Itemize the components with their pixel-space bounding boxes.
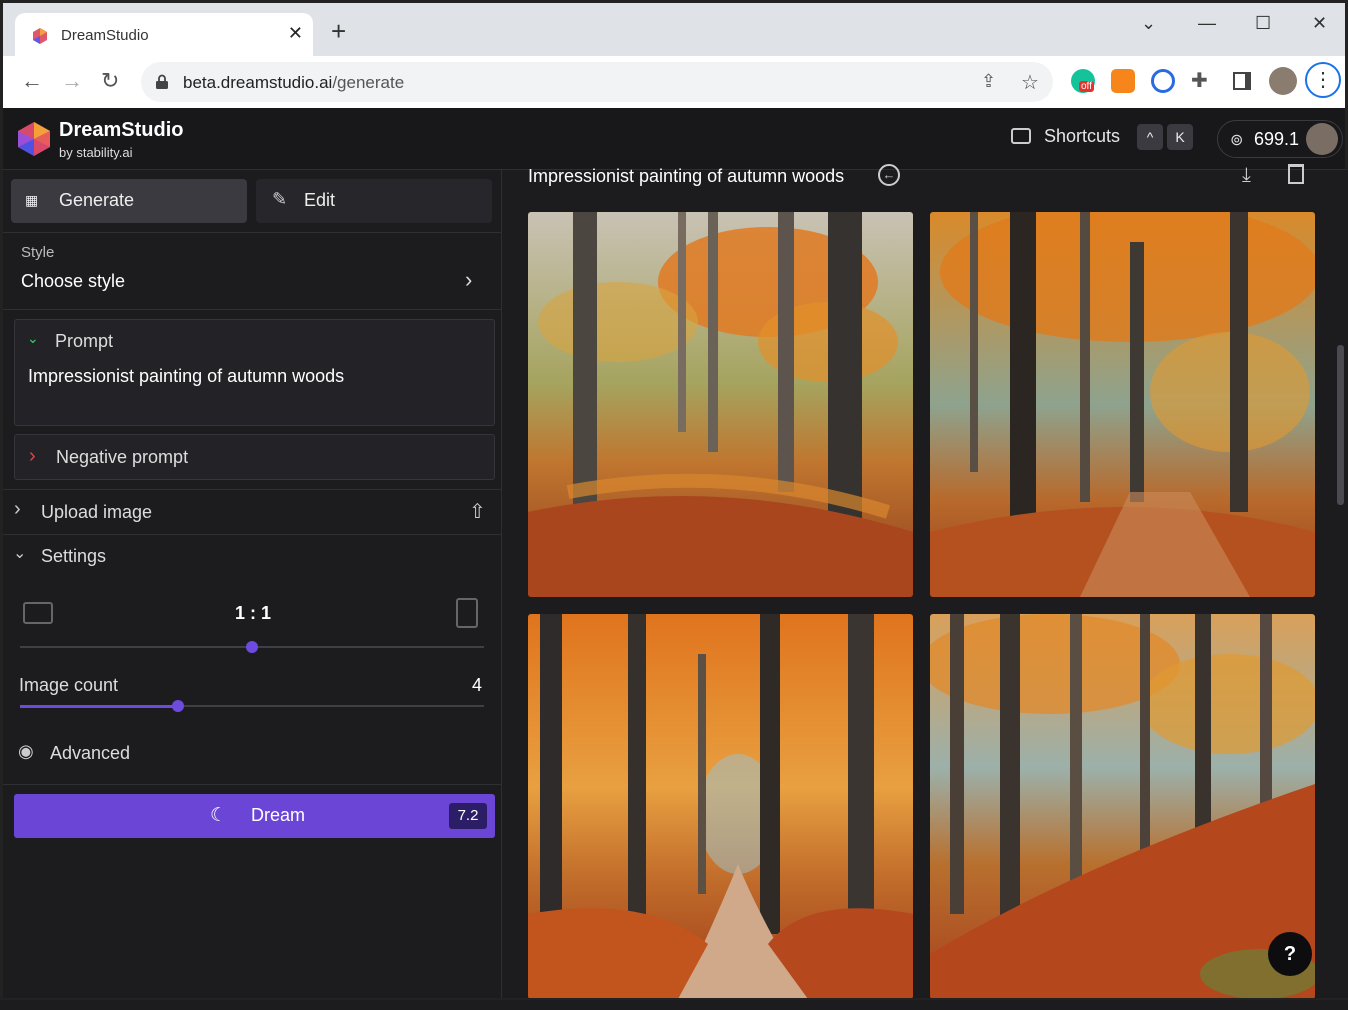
share-icon[interactable]: ⇪ bbox=[981, 71, 996, 92]
upload-image-section[interactable]: › Upload image ⇧ bbox=[3, 490, 502, 534]
grammarly-off-badge: off bbox=[1079, 81, 1094, 92]
maximize-window-icon[interactable]: ☐ bbox=[1255, 13, 1271, 34]
style-selector[interactable]: Style Choose style › bbox=[3, 233, 502, 309]
aspect-ratio-slider-handle[interactable] bbox=[246, 641, 258, 653]
browser-tab-strip: DreamStudio ✕ + ⌄ — ☐ ✕ bbox=[0, 0, 1348, 59]
trash-icon[interactable] bbox=[1288, 164, 1304, 184]
extensions-puzzle-icon[interactable]: ✚ bbox=[1191, 68, 1208, 93]
download-icon[interactable]: ⤓ bbox=[1242, 164, 1251, 187]
credits-badge[interactable]: ⊚ 699.1 bbox=[1217, 120, 1343, 158]
eye-icon: ◉ bbox=[18, 741, 34, 761]
dreamstudio-logo-icon bbox=[18, 122, 50, 156]
close-window-icon[interactable]: ✕ bbox=[1312, 13, 1327, 34]
generated-image-1[interactable] bbox=[528, 212, 913, 597]
chevron-right-icon: › bbox=[465, 267, 473, 292]
bookmark-star-icon[interactable]: ☆ bbox=[1021, 70, 1039, 95]
minimize-window-icon[interactable]: — bbox=[1198, 13, 1216, 34]
side-panel-icon[interactable] bbox=[1233, 72, 1251, 90]
negative-prompt-label: Negative prompt bbox=[56, 447, 189, 467]
window-bottom-edge bbox=[0, 998, 1348, 1010]
tab-search-icon[interactable]: ⌄ bbox=[1141, 13, 1156, 34]
chevron-down-icon: ⌄ bbox=[27, 330, 39, 346]
lock-icon bbox=[156, 74, 168, 89]
divider bbox=[3, 309, 502, 310]
settings-label: Settings bbox=[41, 546, 107, 566]
brand-subtitle: by stability.ai bbox=[59, 145, 133, 160]
prompt-card[interactable]: ⌄ Prompt Impressionist painting of autum… bbox=[14, 319, 495, 426]
landscape-ratio-icon[interactable] bbox=[23, 602, 53, 624]
image-count-value: 4 bbox=[472, 675, 483, 695]
generated-image-3[interactable] bbox=[528, 614, 913, 999]
browser-toolbar: ← → ↻ beta.dreamstudio.ai/generate ⇪ ☆ o… bbox=[0, 56, 1348, 108]
browser-tab[interactable]: DreamStudio ✕ bbox=[15, 13, 313, 59]
advanced-toggle[interactable]: ◉ Advanced bbox=[3, 735, 502, 771]
profile-avatar[interactable] bbox=[1269, 67, 1297, 95]
prompt-textarea[interactable]: Impressionist painting of autumn woods bbox=[28, 366, 344, 387]
password-extension-icon[interactable] bbox=[1151, 69, 1175, 93]
new-tab-button[interactable]: + bbox=[331, 18, 346, 44]
back-icon[interactable]: ← bbox=[21, 68, 43, 94]
edit-pencil-icon: ✎ bbox=[272, 189, 288, 209]
tab-generate-label: Generate bbox=[59, 190, 135, 210]
shortcut-key-k: K bbox=[1167, 124, 1193, 150]
page-scrollbar[interactable] bbox=[1337, 345, 1344, 505]
upload-image-label: Upload image bbox=[41, 502, 153, 522]
address-bar[interactable]: beta.dreamstudio.ai/generate ⇪ ☆ bbox=[141, 62, 1053, 102]
image-count-label: Image count bbox=[19, 675, 119, 695]
shortcut-key-ctrl: ^ bbox=[1137, 124, 1163, 150]
dream-cost-badge: 7.2 bbox=[449, 803, 487, 829]
keyboard-icon bbox=[1011, 128, 1031, 144]
reload-icon[interactable]: ↻ bbox=[101, 68, 119, 94]
moon-stars-icon: ☾ bbox=[210, 805, 228, 826]
style-value: Choose style bbox=[21, 271, 126, 291]
dreamstudio-favicon-icon bbox=[33, 28, 47, 44]
brand-name: DreamStudio bbox=[59, 119, 184, 141]
prompt-label: Prompt bbox=[55, 331, 114, 351]
main-content: Impressionist painting of autumn woods ←… bbox=[502, 164, 1345, 999]
browser-menu-icon[interactable]: ⋮ bbox=[1305, 62, 1341, 98]
browser-tab-title: DreamStudio bbox=[61, 27, 149, 44]
reuse-prompt-icon[interactable]: ← bbox=[878, 164, 900, 186]
portrait-ratio-icon[interactable] bbox=[456, 598, 478, 628]
upload-icon[interactable]: ⇧ bbox=[469, 499, 486, 524]
generation-title: Impressionist painting of autumn woods bbox=[528, 166, 845, 186]
negative-prompt-card[interactable]: › Negative prompt bbox=[14, 434, 495, 480]
advanced-label: Advanced bbox=[50, 743, 131, 763]
dream-button-label: Dream bbox=[251, 805, 306, 825]
image-count-slider-fill bbox=[20, 705, 178, 708]
tab-generate[interactable]: ▦ Generate bbox=[11, 179, 247, 223]
image-count-slider-handle[interactable] bbox=[171, 700, 184, 712]
autumn-woods-painting-3 bbox=[528, 614, 913, 999]
generated-image-4[interactable] bbox=[930, 614, 1315, 999]
url-text: beta.dreamstudio.ai/generate bbox=[183, 73, 405, 92]
grid-icon: ▦ bbox=[25, 192, 38, 208]
autumn-woods-painting-4 bbox=[930, 614, 1315, 999]
help-button[interactable]: ? bbox=[1268, 932, 1312, 976]
style-label: Style bbox=[21, 244, 55, 261]
autumn-woods-painting-2 bbox=[930, 212, 1315, 597]
tab-edit[interactable]: ✎ Edit bbox=[256, 179, 492, 223]
forward-icon[interactable]: → bbox=[61, 68, 83, 94]
chevron-down-icon: ⌄ bbox=[13, 545, 27, 562]
aspect-ratio-value: 1 : 1 bbox=[235, 603, 272, 623]
grammarly-extension-icon[interactable]: off bbox=[1071, 69, 1095, 93]
credits-value: 699.1 bbox=[1254, 129, 1300, 149]
coins-icon: ⊚ bbox=[1230, 132, 1244, 149]
user-avatar[interactable] bbox=[1306, 123, 1338, 155]
settings-section-header[interactable]: ⌄ Settings bbox=[3, 535, 502, 579]
generated-image-2[interactable] bbox=[930, 212, 1315, 597]
chevron-right-icon: › bbox=[14, 498, 21, 520]
autumn-woods-painting-1 bbox=[528, 212, 913, 597]
tab-edit-label: Edit bbox=[304, 190, 336, 210]
chevron-right-icon: › bbox=[29, 445, 36, 467]
metamask-extension-icon[interactable] bbox=[1111, 69, 1135, 93]
shortcuts-button[interactable]: Shortcuts bbox=[1044, 126, 1120, 147]
divider bbox=[3, 784, 502, 785]
app-header: DreamStudio by stability.ai Shortcuts ^ … bbox=[0, 108, 1348, 170]
close-tab-icon[interactable]: ✕ bbox=[288, 23, 303, 44]
dream-button[interactable]: ☾ Dream 7.2 bbox=[14, 794, 495, 838]
sidebar: ▦ Generate ✎ Edit Style Choose style › ⌄… bbox=[0, 170, 502, 998]
